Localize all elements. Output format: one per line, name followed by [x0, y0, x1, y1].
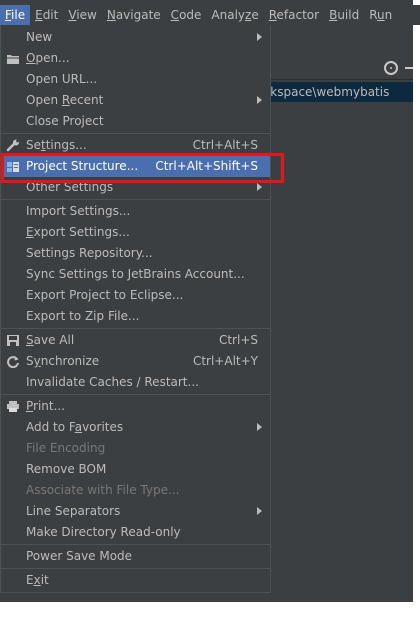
menu-item-export-eclipse[interactable]: Export Project to Eclipse...	[1, 285, 270, 306]
menu-item-import-settings[interactable]: Import Settings...	[1, 201, 270, 222]
printer-icon	[7, 401, 19, 412]
menu-item-power-save[interactable]: Power Save Mode	[1, 546, 270, 567]
wrench-icon	[6, 139, 19, 152]
menu-file[interactable]: File	[0, 5, 31, 25]
menu-code[interactable]: Code	[166, 5, 207, 25]
menu-item-associate-file-type: Associate with File Type...	[26, 483, 180, 497]
menu-analyze[interactable]: Analyze	[206, 5, 263, 25]
menu-item-open-url[interactable]: Open URL...	[1, 69, 270, 90]
project-tree-panel	[270, 102, 413, 602]
sync-icon	[7, 356, 19, 368]
menu-item-synchronize[interactable]: Synchronize Ctrl+Alt+Y	[1, 351, 270, 372]
menu-separator	[1, 544, 270, 545]
save-icon	[7, 335, 19, 346]
menu-item-save-all[interactable]: Save All Ctrl+S	[1, 330, 270, 351]
menu-item-exit[interactable]: Exit	[1, 570, 270, 591]
menu-item-open[interactable]: Open...	[1, 48, 270, 69]
menu-separator	[1, 328, 270, 329]
menu-item-make-read-only[interactable]: Make Directory Read-only	[1, 522, 270, 543]
menu-edit[interactable]: Edit	[30, 5, 63, 25]
menu-refactor[interactable]: Refactor	[264, 5, 324, 25]
folder-icon	[7, 55, 19, 64]
submenu-arrow-icon	[257, 96, 262, 104]
submenu-arrow-icon	[257, 183, 262, 191]
menu-item-file-encoding: File Encoding	[26, 441, 106, 455]
menu-build[interactable]: Build	[324, 5, 364, 25]
menu-item-open-recent[interactable]: Open Recent	[1, 90, 270, 111]
menu-separator	[1, 199, 270, 200]
menu-separator	[1, 394, 270, 395]
submenu-arrow-icon	[257, 33, 262, 41]
menu-item-settings-repository[interactable]: Settings Repository...	[1, 243, 270, 264]
menu-item-sync-settings[interactable]: Sync Settings to JetBrains Account...	[1, 264, 270, 285]
menu-separator	[1, 133, 270, 134]
menu-item-print[interactable]: Print...	[1, 396, 270, 417]
menu-view[interactable]: View	[63, 5, 101, 25]
submenu-arrow-icon	[257, 507, 262, 515]
annotation-highlight-box	[1, 153, 284, 183]
minimize-icon[interactable]	[405, 67, 413, 69]
menu-item-new[interactable]: New	[1, 27, 270, 48]
locate-target-icon[interactable]	[384, 61, 398, 75]
menu-item-add-favorites[interactable]: Add to Favorites	[1, 417, 270, 438]
menu-run[interactable]: Run	[364, 5, 397, 25]
menu-separator	[1, 568, 270, 569]
menu-navigate[interactable]: Navigate	[102, 5, 166, 25]
menu-item-remove-bom[interactable]: Remove BOM	[1, 459, 270, 480]
menu-item-export-zip[interactable]: Export to Zip File...	[1, 306, 270, 327]
main-menu-bar: File Edit View Navigate Code Analyze Ref…	[0, 5, 420, 25]
menu-item-export-settings[interactable]: Export Settings...	[1, 222, 270, 243]
menu-item-close-project[interactable]: Close Project	[1, 111, 270, 132]
file-menu-popup: New Open... Open URL... Open Recent Clos…	[0, 25, 271, 593]
menu-item-invalidate-caches[interactable]: Invalidate Caches / Restart...	[1, 372, 270, 393]
project-path-row[interactable]: orkspace\webmybatis	[258, 82, 413, 102]
submenu-arrow-icon	[257, 423, 262, 431]
menu-item-line-separators[interactable]: Line Separators	[1, 501, 270, 522]
